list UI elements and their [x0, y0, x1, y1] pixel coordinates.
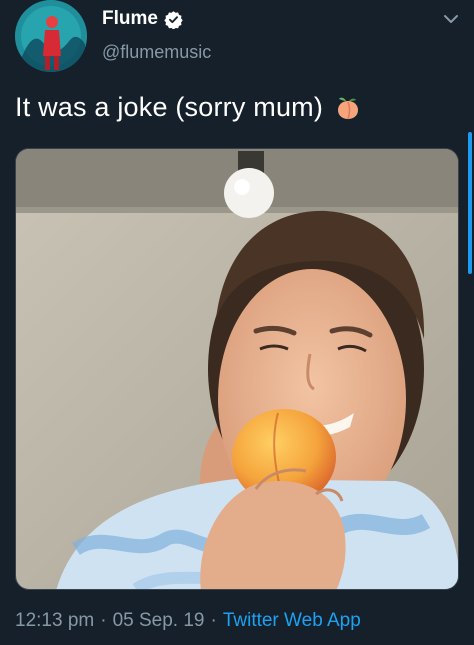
- display-name-text[interactable]: Flume: [102, 8, 158, 30]
- tweet-text-content: It was a joke (sorry mum): [15, 92, 324, 122]
- tweet-photo[interactable]: [15, 148, 459, 590]
- chevron-down-icon[interactable]: [440, 8, 462, 30]
- tweet-meta: 12:13 pm · 05 Sep. 19 · Twitter Web App: [15, 610, 361, 632]
- tweet-source-link[interactable]: Twitter Web App: [223, 610, 361, 632]
- tweet-date[interactable]: 05 Sep. 19: [113, 610, 205, 632]
- display-name[interactable]: Flume: [102, 8, 183, 30]
- avatar[interactable]: [15, 0, 87, 72]
- scrollbar[interactable]: [468, 132, 472, 274]
- tweet-text: It was a joke (sorry mum): [15, 92, 361, 123]
- tweet-time[interactable]: 12:13 pm: [15, 610, 94, 632]
- verified-badge-icon: [164, 10, 183, 30]
- meta-separator: ·: [100, 610, 107, 631]
- user-handle[interactable]: @flumemusic: [102, 42, 211, 63]
- peach-emoji-icon: [335, 95, 361, 121]
- meta-separator: ·: [210, 610, 217, 631]
